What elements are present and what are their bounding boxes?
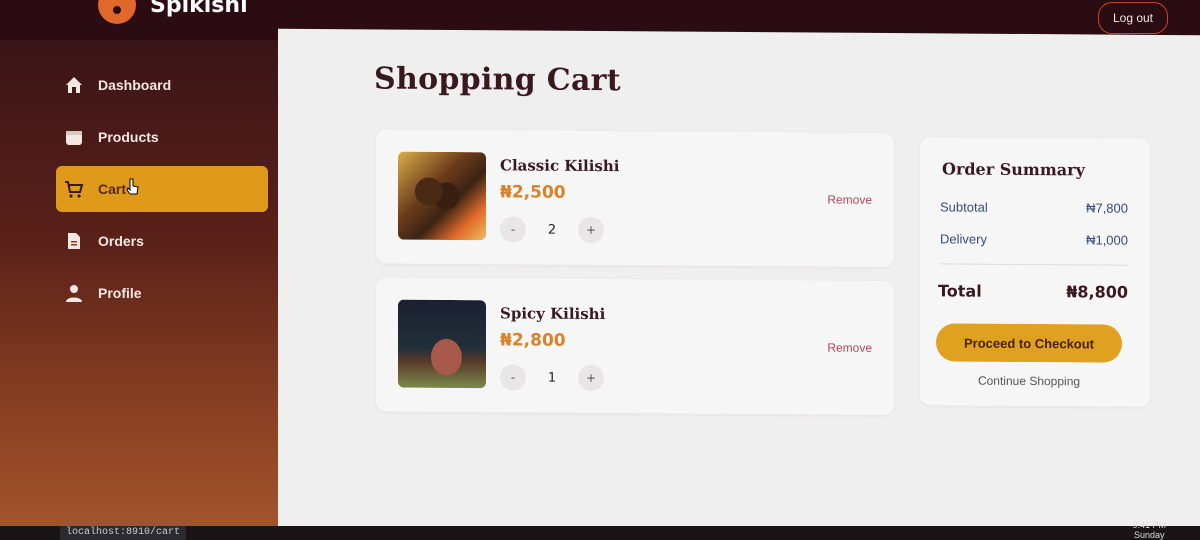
total-value: ₦8,800 — [1066, 282, 1128, 302]
product-image — [398, 299, 486, 389]
sidebar-item-label: Products — [98, 129, 159, 145]
increment-button[interactable]: + — [578, 216, 604, 244]
delivery-row: Delivery ₦1,000 — [940, 231, 1128, 247]
url-hint: localhost:8910/cart — [60, 526, 187, 540]
decrement-button[interactable]: - — [500, 364, 526, 391]
brand-name: Spikishi — [150, 0, 248, 18]
quantity-value: 2 — [547, 222, 557, 238]
quantity-stepper: - 1 + — [500, 364, 604, 392]
user-icon — [64, 283, 84, 303]
sidebar-item-profile[interactable]: Profile — [56, 270, 268, 316]
sidebar-item-label: Orders — [98, 233, 144, 249]
delivery-value: ₦1,000 — [1086, 232, 1128, 248]
checkout-button[interactable]: Proceed to Checkout — [936, 323, 1122, 363]
quantity-value: 1 — [547, 370, 557, 386]
total-row: Total ₦8,800 — [938, 281, 1128, 301]
increment-button[interactable]: + — [578, 364, 604, 392]
remove-button[interactable]: Remove — [827, 193, 872, 207]
sidebar-item-label: Profile — [98, 285, 142, 301]
sidebar-item-label: Dashboard — [98, 77, 172, 93]
cart-item: Classic Kilishi ₦2,500 - 2 + Remove — [376, 129, 894, 268]
box-icon — [64, 127, 84, 147]
order-summary-title: Order Summary — [942, 159, 1085, 180]
brand[interactable]: Spikishi — [98, 0, 248, 24]
subtotal-row: Subtotal ₦7,800 — [940, 199, 1128, 215]
system-clock: 9:41 PM Sunday — [1132, 520, 1166, 540]
summary-divider — [940, 263, 1128, 266]
decrement-button[interactable]: - — [500, 216, 526, 243]
sidebar: Dashboard Products Cart Orders Profile — [0, 40, 280, 540]
product-image — [398, 151, 486, 241]
sidebar-item-label: Cart — [98, 181, 127, 197]
remove-button[interactable]: Remove — [827, 341, 872, 355]
home-icon — [64, 75, 84, 95]
clock-time: 9:41 PM — [1132, 520, 1166, 530]
subtotal-label: Subtotal — [940, 199, 988, 215]
item-price: ₦2,800 — [500, 330, 566, 351]
subtotal-value: ₦7,800 — [1086, 200, 1128, 216]
item-name: Classic Kilishi — [500, 156, 620, 176]
main-content: Shopping Cart Classic Kilishi ₦2,500 - 2… — [278, 28, 1200, 540]
cart-item: Spicy Kilishi ₦2,800 - 1 + Remove — [376, 277, 894, 416]
quantity-stepper: - 2 + — [500, 216, 604, 244]
document-icon — [64, 231, 84, 251]
sidebar-item-orders[interactable]: Orders — [56, 218, 268, 264]
sidebar-item-products[interactable]: Products — [56, 114, 268, 160]
logout-button[interactable]: Log out — [1098, 2, 1168, 34]
item-name: Spicy Kilishi — [500, 304, 606, 324]
page-title: Shopping Cart — [374, 61, 621, 99]
continue-shopping-link[interactable]: Continue Shopping — [936, 373, 1122, 389]
cart-icon — [64, 179, 84, 199]
total-label: Total — [938, 281, 982, 301]
status-bar: localhost:8910/cart 9:41 PM Sunday — [0, 520, 1200, 540]
sidebar-item-dashboard[interactable]: Dashboard — [56, 62, 268, 108]
clock-day: Sunday — [1133, 530, 1165, 540]
item-price: ₦2,500 — [500, 182, 566, 203]
delivery-label: Delivery — [940, 231, 987, 247]
mouse-cursor-icon — [126, 178, 139, 195]
brand-logo-icon — [98, 0, 136, 24]
sidebar-item-cart[interactable]: Cart — [56, 166, 268, 212]
order-summary: Order Summary Subtotal ₦7,800 Delivery ₦… — [920, 137, 1150, 407]
